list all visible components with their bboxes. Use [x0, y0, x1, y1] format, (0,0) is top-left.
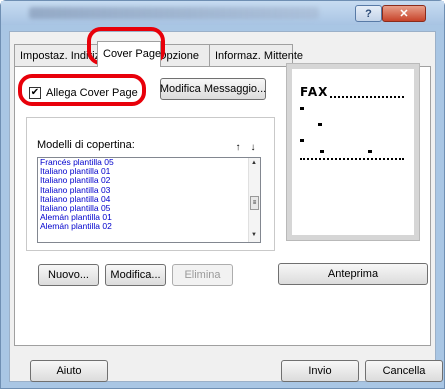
scroll-up-icon[interactable]: ▲: [251, 160, 257, 166]
new-button[interactable]: Nuovo...: [38, 264, 99, 286]
preview-paper: FAX: [292, 69, 414, 235]
preview-mark: [320, 150, 324, 153]
send-button[interactable]: Invio: [281, 360, 359, 382]
tab-address-settings[interactable]: Impostaz. Indirizzo: [14, 44, 98, 66]
title-bar[interactable]: ? ✕: [1, 1, 444, 25]
edit-message-button[interactable]: Modifica Messaggio...: [160, 78, 266, 100]
scroll-down-icon[interactable]: ▼: [251, 232, 257, 238]
cover-preview: FAX: [286, 63, 420, 241]
dialog-window: ? ✕ Impostaz. Indirizzo Cover Page Opzio…: [0, 0, 445, 389]
preview-mark: [300, 139, 304, 142]
modify-button[interactable]: Modifica...: [105, 264, 166, 286]
attach-cover-checkbox-row[interactable]: ✔ Allega Cover Page: [29, 87, 138, 99]
tab-option[interactable]: Opzione: [160, 44, 210, 66]
list-scrollbar[interactable]: ▲ ≡ ▼: [248, 158, 260, 242]
preview-fax-title: FAX: [300, 85, 329, 99]
list-item[interactable]: Alemán plantilla 02: [38, 222, 260, 231]
dotted-line: [330, 96, 404, 98]
model-list-items: Francés plantilla 05 Italiano plantilla …: [38, 158, 260, 232]
checkbox[interactable]: ✔: [29, 87, 41, 99]
preview-mark: [300, 107, 304, 110]
preview-mark: [368, 150, 372, 153]
move-up-icon[interactable]: ↑: [230, 140, 246, 154]
preview-mark: [318, 123, 322, 126]
move-down-icon[interactable]: ↓: [245, 140, 261, 154]
blurred-title: [29, 7, 319, 19]
attach-cover-label: Allega Cover Page: [46, 87, 138, 99]
models-label: Modelli di copertina:: [37, 139, 135, 151]
cover-model-list[interactable]: Francés plantilla 05 Italiano plantilla …: [37, 157, 261, 243]
delete-button: Elimina: [172, 264, 233, 286]
preview-button[interactable]: Anteprima: [278, 263, 428, 285]
help-title-button[interactable]: ?: [355, 5, 382, 22]
scroll-thumb[interactable]: ≡: [250, 196, 259, 210]
dotted-line: [300, 158, 404, 160]
help-button[interactable]: Aiuto: [30, 360, 108, 382]
cancel-button[interactable]: Cancella: [365, 360, 443, 382]
close-button[interactable]: ✕: [382, 5, 426, 22]
tab-cover-page[interactable]: Cover Page: [97, 41, 161, 67]
tab-sender-info[interactable]: Informaz. Mittente: [209, 44, 303, 66]
